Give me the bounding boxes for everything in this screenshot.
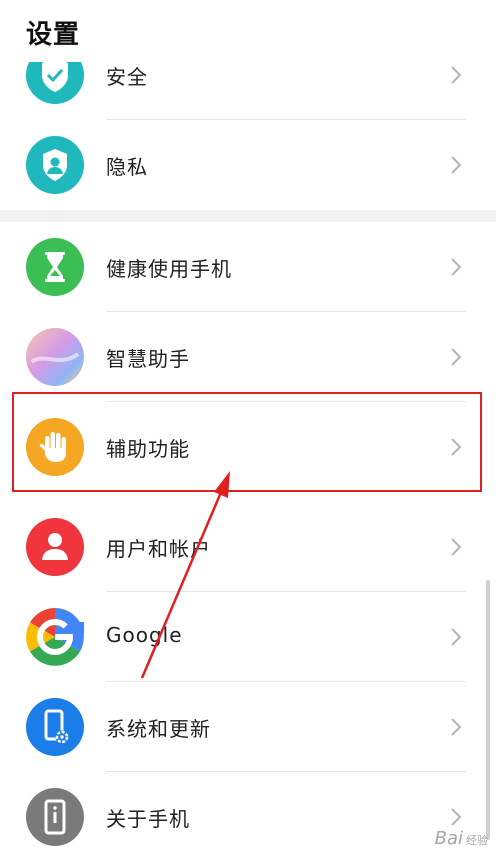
settings-item-label: 智慧助手 xyxy=(106,347,190,371)
chevron-right-icon xyxy=(451,808,462,826)
shield-person-icon xyxy=(26,136,84,194)
chevron-right-icon xyxy=(451,538,462,556)
page-title: 设置 xyxy=(26,20,81,50)
watermark-logo: Bai 经验 xyxy=(435,828,488,849)
settings-item-label: 安全 xyxy=(106,65,148,89)
chevron-right-icon xyxy=(451,66,462,84)
settings-item-system-update[interactable]: 系统和更新 xyxy=(0,682,496,772)
settings-item-label: 隐私 xyxy=(106,155,148,179)
settings-item-label: 健康使用手机 xyxy=(106,257,232,281)
phone-info-icon xyxy=(26,788,84,846)
chevron-right-icon xyxy=(451,348,462,366)
chevron-right-icon xyxy=(451,628,462,646)
chevron-right-icon xyxy=(451,718,462,736)
settings-item-digital-balance[interactable]: 健康使用手机 xyxy=(0,222,496,312)
settings-item-google[interactable]: Google xyxy=(0,592,496,682)
chevron-right-icon xyxy=(451,258,462,276)
phone-gear-icon xyxy=(26,698,84,756)
settings-item-label: Google xyxy=(106,623,183,647)
settings-item-label: 关于手机 xyxy=(106,807,190,831)
settings-group-2: 健康使用手机 智慧助手 辅助功能 用户和帐户 Google 系统和更新 关于手机 xyxy=(0,222,496,857)
settings-item-label: 用户和帐户 xyxy=(106,537,211,561)
settings-screen: 设置 安全 隐私 健康使用手机 智慧助手 辅助功能 用户和帐户 Google 系… xyxy=(0,0,496,857)
section-gap xyxy=(0,210,496,222)
highlight-box xyxy=(12,392,482,492)
chevron-right-icon xyxy=(451,156,462,174)
watermark-text: Bai xyxy=(434,828,463,849)
gradient-orb-icon xyxy=(26,328,84,386)
user-icon xyxy=(26,518,84,576)
hourglass-icon xyxy=(26,238,84,296)
settings-item-users-accounts[interactable]: 用户和帐户 xyxy=(0,502,496,592)
settings-item-privacy[interactable]: 隐私 xyxy=(0,120,496,210)
settings-item-about-phone[interactable]: 关于手机 xyxy=(0,772,496,857)
settings-item-label: 系统和更新 xyxy=(106,717,211,741)
google-g-icon xyxy=(26,608,84,666)
settings-item-smart-assistant[interactable]: 智慧助手 xyxy=(0,312,496,402)
scrollbar[interactable] xyxy=(486,580,490,840)
watermark-sub: 经验 xyxy=(466,834,488,847)
header: 设置 xyxy=(0,0,496,62)
